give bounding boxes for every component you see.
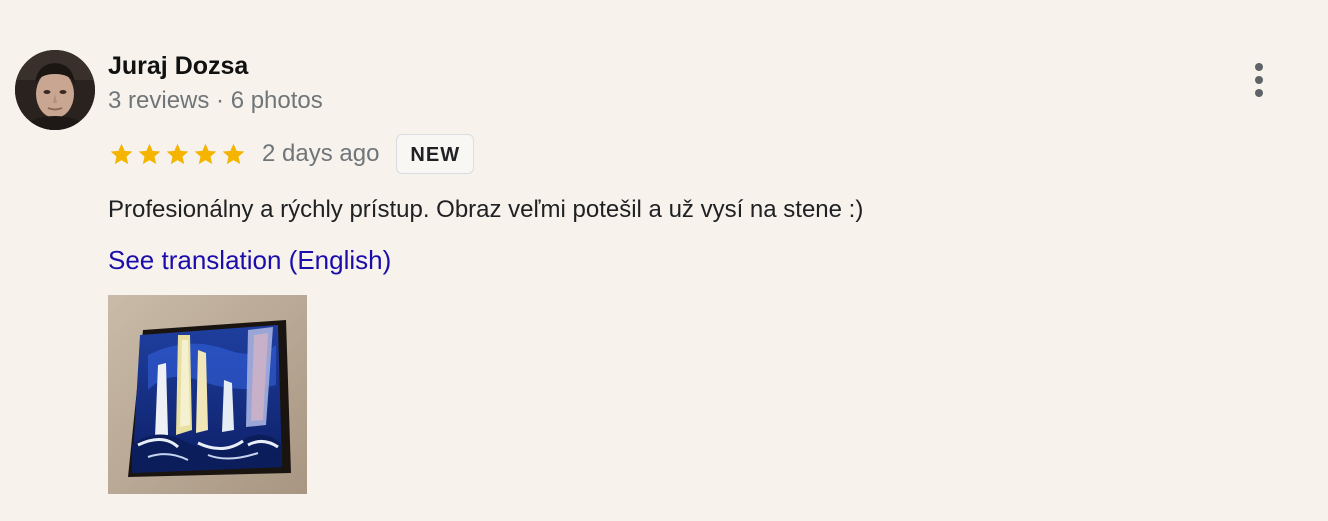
review-card: Juraj Dozsa 3 reviews · 6 photos 2 days … [0,0,1328,521]
star-icon [166,143,189,165]
reviewer-meta[interactable]: 3 reviews · 6 photos [108,85,323,117]
more-vert-icon [1255,63,1263,71]
painting-photo-image [108,295,307,494]
more-vert-icon-dot [1255,89,1263,97]
rating-row: 2 days ago NEW [108,132,475,176]
reviewer-avatar[interactable] [15,50,95,130]
more-options-button[interactable] [1244,60,1274,100]
star-rating [108,141,248,167]
star-icon [194,143,217,165]
see-translation-link[interactable]: See translation (English) [108,243,391,277]
review-photo[interactable] [108,295,307,494]
person-avatar-icon [15,50,95,130]
star-icon [110,143,133,165]
review-text: Profesionálny a rýchly prístup. Obraz ve… [108,196,864,223]
new-badge: NEW [396,134,475,174]
star-icon [222,143,245,165]
star-icon [138,143,161,165]
review-date: 2 days ago [262,140,380,167]
reviewer-name[interactable]: Juraj Dozsa [108,50,248,82]
more-vert-icon-dot [1255,76,1263,84]
